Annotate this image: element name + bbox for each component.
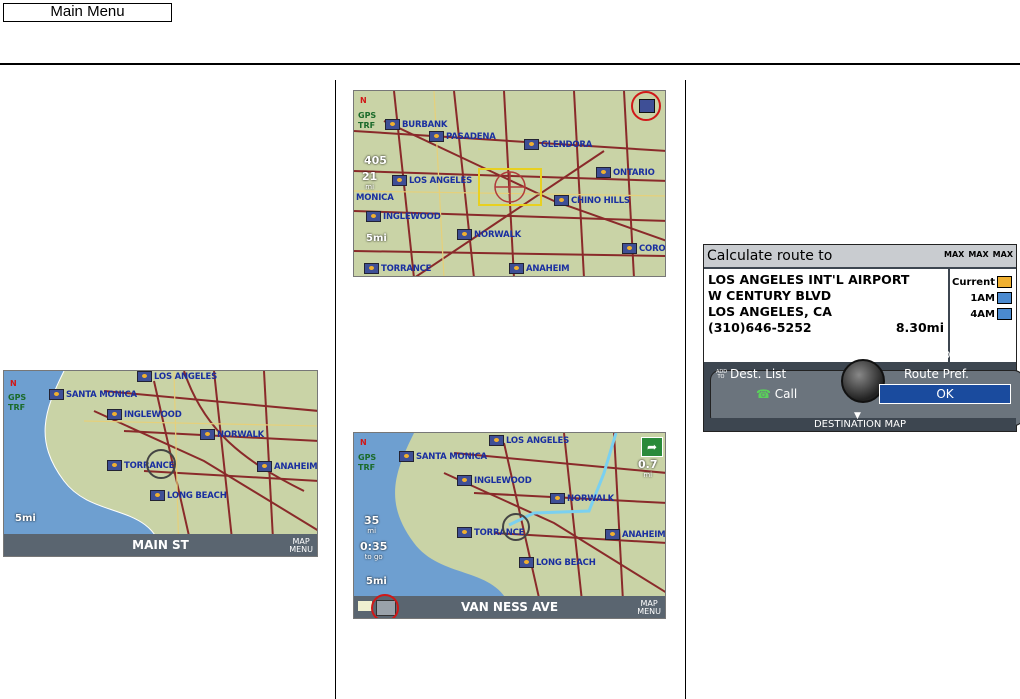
map-1-north: N — [10, 379, 17, 388]
turn-arrow-icon: ➦ — [641, 437, 663, 457]
dest-list-button[interactable]: ADD TO Dest. List — [716, 366, 786, 382]
map-2-north: N — [360, 96, 367, 105]
city-label: NORWALK — [200, 429, 264, 440]
vehicle-position-icon — [146, 449, 176, 479]
caret-down-icon: ▼ — [854, 411, 861, 421]
map-menu-button[interactable]: MAP MENU — [289, 538, 313, 554]
city-label: INGLEWOOD — [107, 409, 182, 420]
map-1-scale[interactable]: 5mi — [15, 513, 36, 524]
destination-street: W CENTURY BLVD — [708, 288, 832, 303]
map-3-distance: 35 mi — [364, 514, 380, 535]
map-3-scale[interactable]: 5mi — [366, 576, 387, 587]
vehicle-position-icon — [502, 513, 530, 541]
map-menu-button[interactable]: MAP MENU — [637, 600, 661, 616]
city-label: MONICA — [356, 193, 394, 203]
city-label: ANAHEIM — [605, 529, 665, 540]
ok-button[interactable]: OK — [879, 384, 1011, 404]
city-label: SANTA MONICA — [399, 451, 487, 462]
main-menu-button[interactable]: Main Menu — [3, 3, 172, 22]
column-divider-2 — [685, 80, 686, 699]
time-current[interactable]: Current — [950, 275, 1012, 291]
city-label: ANAHEIM — [257, 461, 317, 472]
map-2-scale[interactable]: 5mi — [366, 233, 387, 244]
current-street: MAIN ST — [132, 538, 189, 552]
map-3-trf: TRF — [358, 463, 376, 472]
weather-icon[interactable] — [639, 99, 655, 113]
map-1-status-bar: MAIN ST MAP MENU — [4, 534, 317, 556]
map-screen-3: N GPS TRF LOS ANGELES SANTA MONICA INGLE… — [353, 432, 666, 619]
city-label: CHINO HILLS — [554, 195, 630, 206]
time-4am[interactable]: 4AM — [950, 307, 1012, 323]
phone-icon: ☎ — [756, 387, 771, 401]
city-label: ANAHEIM — [509, 263, 570, 274]
destination-name: LOS ANGELES INT'L AIRPORT — [708, 272, 910, 287]
map-screen-1: N GPS TRF LOS ANGELES SANTA MONICA INGLE… — [3, 370, 318, 557]
map-2-distance: 21 mi — [362, 170, 378, 191]
city-label: LOS ANGELES — [392, 175, 472, 186]
map-1-gps: GPS — [8, 393, 27, 402]
map-2-trf: TRF — [358, 121, 376, 130]
city-label: CORONA — [622, 243, 665, 254]
destination-distance: 8.30mi — [895, 320, 944, 335]
city-label: GLENDORA — [524, 139, 592, 150]
city-label: NORWALK — [457, 229, 521, 240]
route-pref-button[interactable]: Route Pref. — [904, 366, 969, 382]
column-divider-1 — [335, 80, 336, 699]
max-indicators: MAX MAX MAX — [944, 250, 1013, 259]
highlight-circle — [371, 594, 399, 618]
city-label: BURBANK — [385, 119, 447, 130]
city-label: TORRANCE — [364, 263, 431, 274]
destination-city: LOS ANGELES, CA — [708, 304, 832, 319]
call-button[interactable]: ☎ Call — [756, 386, 797, 402]
map-2-gps: GPS — [358, 111, 377, 120]
city-label: NORWALK — [550, 493, 614, 504]
city-label: LOS ANGELES — [137, 371, 217, 382]
city-label: LONG BEACH — [519, 557, 596, 568]
view-routes-button[interactable]: View Routes — [903, 346, 976, 362]
map-3-north: N — [360, 438, 367, 447]
destination-map-button[interactable]: ▼ DESTINATION MAP — [704, 411, 1016, 431]
header-divider — [0, 63, 1020, 65]
address-book-button[interactable]: ADD TO Address Book — [716, 346, 811, 362]
turn-distance: 0.7 mi — [638, 458, 658, 479]
city-label: INGLEWOOD — [366, 211, 441, 222]
map-3-status-bar: VAN NESS AVE MAP MENU — [354, 596, 665, 618]
city-label: LOS ANGELES — [489, 435, 569, 446]
city-label: PASADENA — [429, 131, 496, 142]
city-label: SANTA MONICA — [49, 389, 137, 400]
map-1-trf: TRF — [8, 403, 26, 412]
city-label: INGLEWOOD — [457, 475, 532, 486]
calculate-route-screen: Calculate route to MAX MAX MAX LOS ANGELES… — [703, 244, 1020, 432]
city-label: ONTARIO — [596, 167, 655, 178]
map-2-heading: 405 — [364, 154, 387, 167]
time-1am[interactable]: 1AM — [950, 291, 1012, 307]
map-screen-2: N GPS TRF 405 21 mi BURBANK PASADENA GLEN… — [353, 90, 666, 277]
city-label: LONG BEACH — [150, 490, 227, 501]
envelope-icon[interactable] — [358, 601, 372, 611]
map-3-gps: GPS — [358, 453, 377, 462]
current-street: VAN NESS AVE — [460, 600, 559, 614]
time-to-go: 0:35 to go — [360, 540, 388, 561]
